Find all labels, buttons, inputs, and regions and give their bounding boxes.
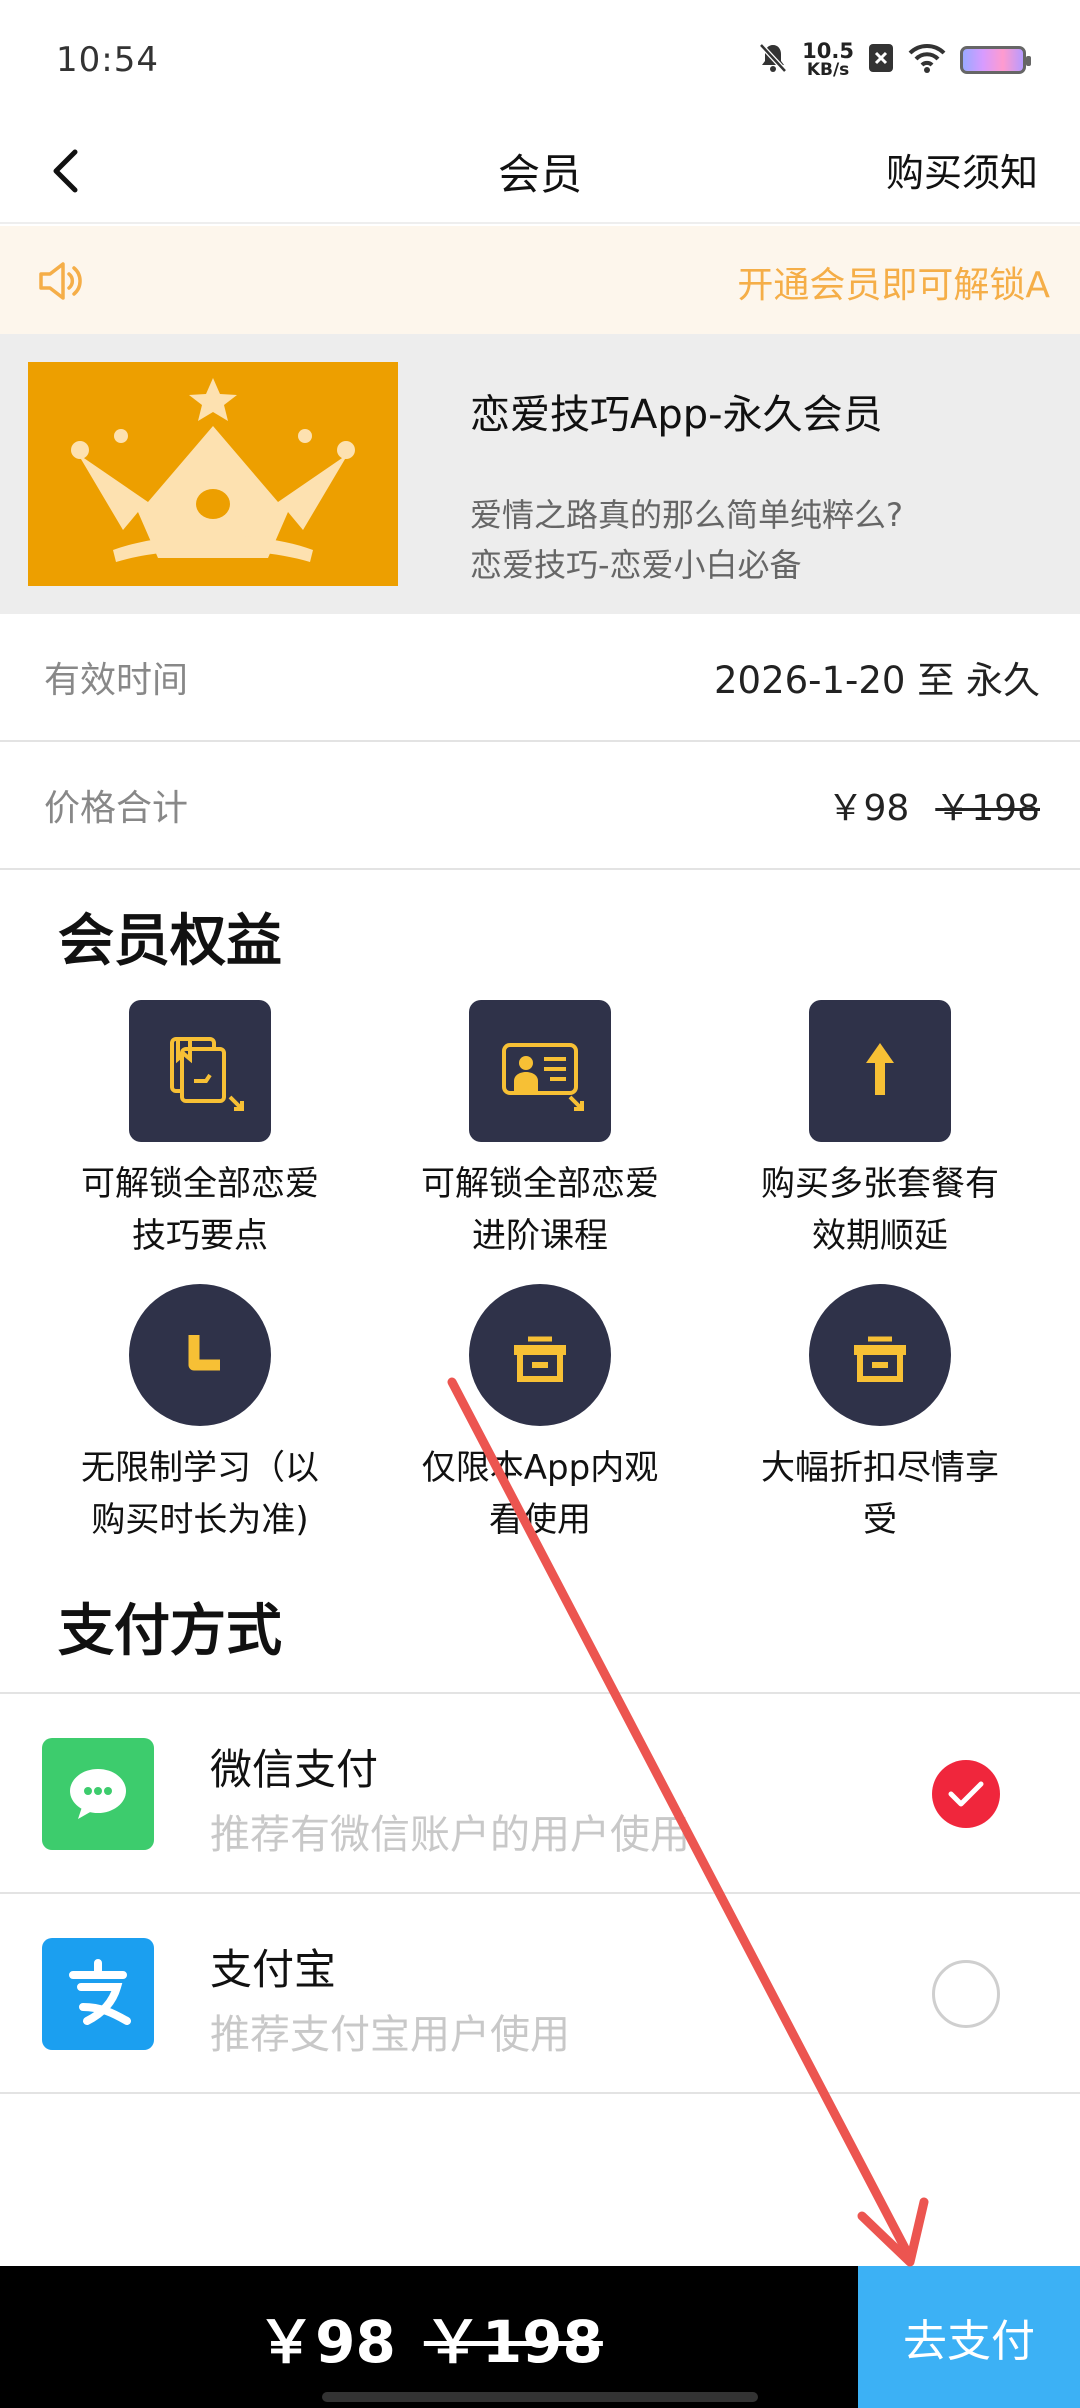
status-icons: 10.5 KB/s (758, 41, 1031, 79)
notice-bar: 开通会员即可解锁A (0, 226, 1080, 334)
benefit-label: 无限制学习（以 购买时长为准) (50, 1442, 350, 1546)
pay-button[interactable]: 去支付 (858, 2266, 1080, 2408)
product-description: 爱情之路真的那么简单纯粹么? 恋爱技巧-恋爱小白必备 (470, 490, 903, 590)
bottom-price-current: ￥98 (257, 2308, 396, 2376)
home-indicator[interactable] (322, 2392, 758, 2402)
benefit-label: 购买多张套餐有 效期顺延 (730, 1158, 1030, 1262)
benefit-label-line2: 看使用 (489, 1500, 591, 1540)
basket-icon (809, 1284, 951, 1426)
benefit-item: 仅限本App内观 看使用 (370, 1284, 710, 1546)
basket-icon (469, 1284, 611, 1426)
product-desc-line1: 爱情之路真的那么简单纯粹么? (470, 496, 903, 534)
status-time: 10:54 (56, 40, 159, 80)
price-original: ￥198 (935, 788, 1040, 829)
payment-option-wechat[interactable]: 微信支付 推荐有微信账户的用户使用 (0, 1694, 1080, 1894)
payment-name: 支付宝 (210, 1945, 337, 1994)
wifi-icon (908, 43, 946, 77)
benefit-label-line2: 购买时长为准) (91, 1500, 309, 1540)
benefit-label-line1: 购买多张套餐有 (761, 1164, 999, 1204)
validity-label: 有效时间 (44, 660, 189, 701)
validity-value: 2026-1-20 至 永久 (713, 659, 1040, 702)
benefit-item: 购买多张套餐有 效期顺延 (710, 1000, 1050, 1262)
validity-row: 有效时间 2026-1-20 至 永久 (0, 614, 1080, 742)
nav-bar: 会员 购买须知 (0, 120, 1080, 224)
sim-off-icon (868, 43, 894, 77)
back-button[interactable] (30, 136, 100, 206)
payment-subtitle: 推荐有微信账户的用户使用 (210, 1812, 690, 1858)
payment-list: 微信支付 推荐有微信账户的用户使用 支付宝 推荐支付宝用户使用 (0, 1692, 1080, 2094)
bottom-price: ￥98 ￥198 (0, 2266, 860, 2408)
price-value: ￥98 ￥198 (827, 779, 1040, 831)
benefit-item: 无限制学习（以 购买时长为准) (30, 1284, 370, 1546)
page-title: 会员 (497, 149, 582, 199)
purchase-notice-link[interactable]: 购买须知 (886, 142, 1038, 197)
product-card: 恋爱技巧App-永久会员 爱情之路真的那么简单纯粹么? 恋爱技巧-恋爱小白必备 (0, 334, 1080, 614)
payment-name: 微信支付 (210, 1745, 379, 1794)
benefit-label-line1: 无限制学习（以 (81, 1448, 319, 1488)
check-icon (948, 1781, 984, 1807)
benefit-label-line2: 进阶课程 (472, 1216, 608, 1256)
product-desc-line2: 恋爱技巧-恋爱小白必备 (470, 546, 802, 584)
crown-icon (71, 378, 355, 562)
bottom-bar: ￥98 ￥198 去支付 (0, 2266, 1080, 2408)
payment-title: 支付方式 (58, 1599, 282, 1664)
benefit-label-line1: 可解锁全部恋爱 (81, 1164, 319, 1204)
benefit-label-line2: 技巧要点 (132, 1216, 268, 1256)
benefits-title: 会员权益 (58, 909, 282, 974)
benefit-label-line2: 效期顺延 (812, 1216, 948, 1256)
benefit-label-line1: 可解锁全部恋爱 (421, 1164, 659, 1204)
benefit-label-line2: 受 (863, 1500, 897, 1540)
price-label: 价格合计 (44, 788, 189, 829)
price-current: ￥98 (827, 788, 910, 829)
wechat-radio-selected[interactable] (932, 1760, 1000, 1828)
net-speed-unit: KB/s (806, 60, 850, 80)
benefit-item: 可解锁全部恋爱 技巧要点 (30, 1000, 370, 1262)
price-row: 价格合计 ￥98 ￥198 (0, 742, 1080, 870)
product-title: 恋爱技巧App-永久会员 (470, 392, 883, 438)
chevron-left-icon (53, 149, 78, 193)
benefit-label: 仅限本App内观 看使用 (390, 1442, 690, 1546)
benefit-item: 可解锁全部恋爱 进阶课程 (370, 1000, 710, 1262)
mute-bell-icon (758, 42, 788, 78)
bottom-price-original: ￥198 (423, 2308, 603, 2376)
crown-image (28, 362, 398, 586)
benefit-item: 大幅折扣尽情享 受 (710, 1284, 1050, 1546)
alipay-radio[interactable] (932, 1960, 1000, 2028)
book-icon (129, 1000, 271, 1142)
benefit-label: 可解锁全部恋爱 进阶课程 (390, 1158, 690, 1262)
arrow-up-icon (809, 1000, 951, 1142)
benefit-label: 可解锁全部恋爱 技巧要点 (50, 1158, 350, 1262)
net-speed: 10.5 KB/s (802, 41, 854, 79)
status-bar: 10:54 10.5 KB/s (0, 0, 1080, 120)
speaker-icon (39, 262, 82, 300)
alipay-icon (42, 1938, 154, 2050)
battery-icon (960, 46, 1031, 74)
clock-icon (129, 1284, 271, 1426)
payment-option-alipay[interactable]: 支付宝 推荐支付宝用户使用 (0, 1894, 1080, 2094)
notice-text: 开通会员即可解锁A (737, 265, 1050, 306)
benefit-label-line1: 大幅折扣尽情享 (761, 1448, 999, 1488)
wechat-icon (42, 1738, 154, 1850)
net-speed-value: 10.5 (802, 39, 854, 63)
benefit-label: 大幅折扣尽情享 受 (730, 1442, 1030, 1546)
presentation-icon (469, 1000, 611, 1142)
payment-subtitle: 推荐支付宝用户使用 (210, 2012, 570, 2058)
benefit-label-line1: 仅限本App内观 (421, 1448, 659, 1488)
